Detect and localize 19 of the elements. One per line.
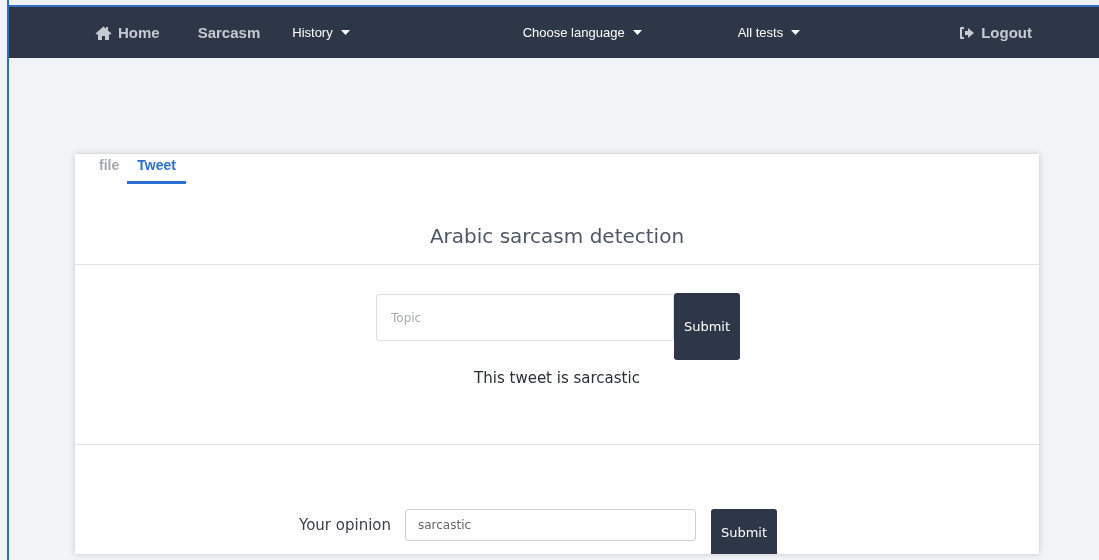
caret-icon	[340, 30, 350, 35]
caret-icon	[791, 30, 801, 35]
result-text: This tweet is sarcastic	[473, 369, 641, 387]
submit-button[interactable]: Submit	[674, 293, 740, 360]
tab[interactable]: Tweet	[127, 154, 186, 184]
sign-out-icon	[959, 25, 976, 40]
dropdown-menu[interactable]: History	[292, 25, 350, 40]
opinion-label: Your opinion	[299, 516, 391, 534]
caret-icon	[632, 30, 642, 35]
dropdown-menu[interactable]: Choose language	[522, 25, 642, 40]
opinion-field[interactable]: sarcastic	[405, 509, 696, 541]
dropdown-menu[interactable]: All tests	[737, 25, 801, 40]
topic-field[interactable]: Topic	[376, 294, 674, 341]
nav-link[interactable]: Home	[95, 24, 160, 41]
nav-link[interactable]: Logout	[959, 24, 1032, 41]
page-title: Arabic sarcasm detection	[428, 224, 686, 248]
home-icon	[95, 25, 112, 40]
submit-button[interactable]: Submit	[711, 509, 777, 554]
nav-link[interactable]: Sarcasm	[197, 24, 261, 41]
